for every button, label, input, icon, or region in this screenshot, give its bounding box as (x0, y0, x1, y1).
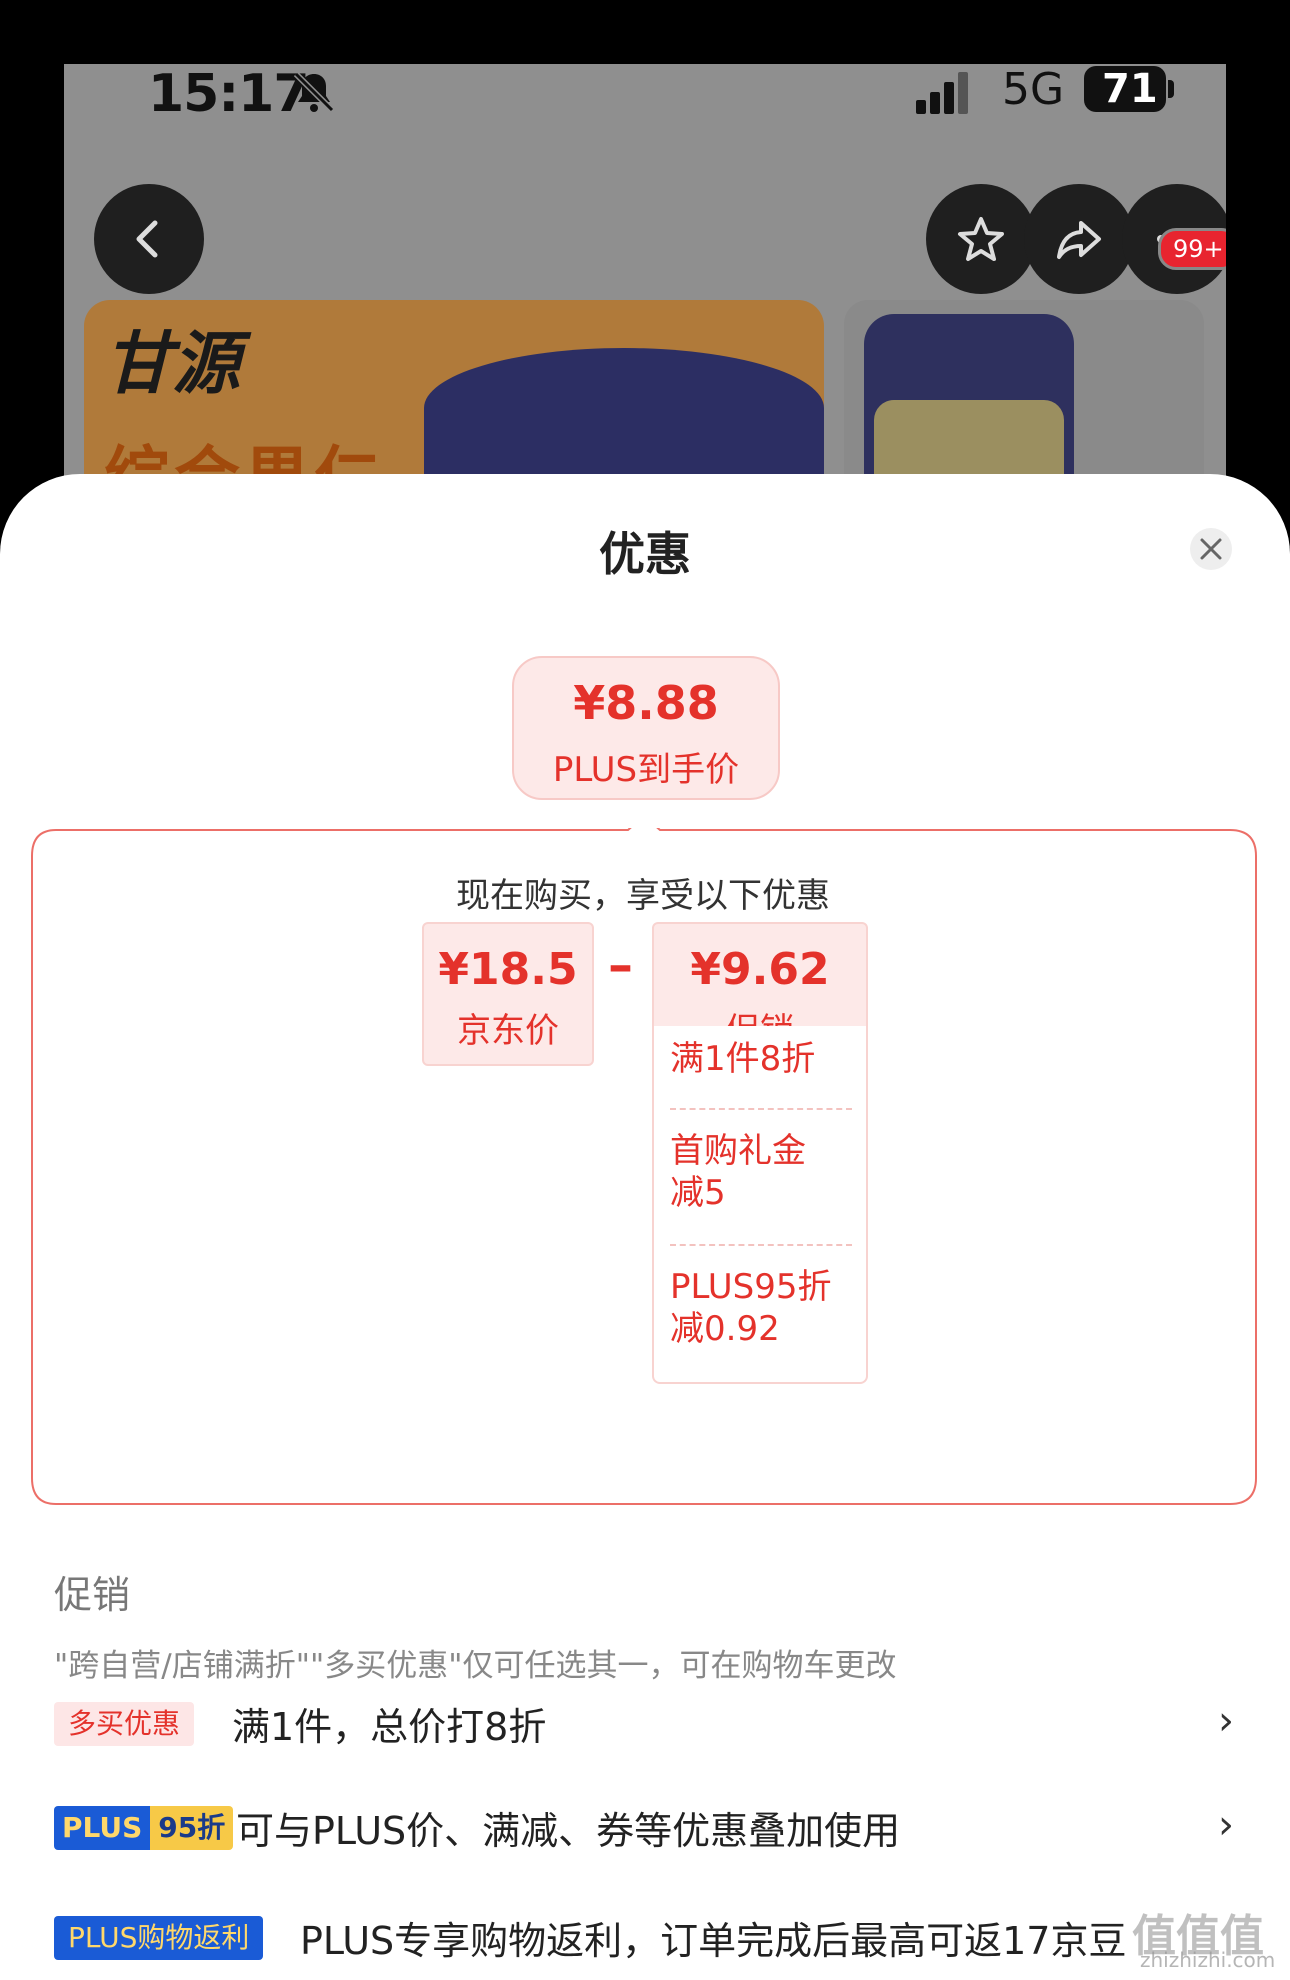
final-price-label: PLUS到手价 (552, 750, 740, 790)
promo-row-plus-rebate[interactable]: PLUS购物返利 PLUS专享购物返利，订单完成后最高可返17京豆 (54, 1910, 1244, 1970)
discount-sheet: 优惠 ¥8.88 PLUS到手价 现在购买，享受以下优惠 ¥18.5 京东价 –… (0, 474, 1290, 1980)
jd-price-card: ¥18.5 京东价 (422, 922, 594, 1066)
status-time: 15:17 (148, 64, 310, 124)
share-icon (1057, 221, 1101, 259)
star-icon (958, 217, 1004, 261)
sheet-title: 优惠 (599, 527, 691, 581)
share-button[interactable] (1024, 184, 1134, 294)
chevron-right-icon: › (1218, 1698, 1234, 1744)
close-button[interactable] (1190, 528, 1232, 570)
battery-icon: 71 (1084, 66, 1174, 112)
brand-logo: 甘源 (104, 325, 241, 404)
signal-icon (916, 72, 968, 114)
plus-rebate-tag: PLUS购物返利 (54, 1916, 264, 1960)
network-type: 5G (1002, 64, 1065, 115)
promotions-note: "跨自营/店铺满折""多买优惠"仅可任选其一，可在购物车更改 (54, 1648, 897, 1684)
close-icon (1200, 538, 1222, 560)
multi-buy-tag: 多买优惠 (54, 1702, 195, 1746)
promo-row-text: 可与PLUS价、满减、券等优惠叠加使用 (236, 1809, 901, 1853)
breakdown-heading: 现在购买，享受以下优惠 (456, 876, 830, 916)
promo-price-value: ¥9.62 (690, 944, 830, 995)
jd-price-label: 京东价 (457, 1011, 559, 1051)
promo-row-multi-buy[interactable]: 多买优惠 满1件，总价打8折 › (54, 1696, 1244, 1756)
promo-item: 首购礼金 减5 (670, 1131, 806, 1213)
message-badge: 99+ (1158, 228, 1226, 270)
price-breakdown: 现在购买，享受以下优惠 ¥18.5 京东价 – ¥9.62 促销 满1件8折 首… (30, 828, 1257, 1505)
bell-muted-icon (293, 71, 335, 113)
final-price-value: ¥8.88 (573, 676, 719, 730)
back-button[interactable] (94, 184, 204, 294)
battery-level: 71 (1102, 66, 1158, 112)
plus-discount-tag: PLUS 95折 (54, 1806, 234, 1850)
final-price-card: ¥8.88 PLUS到手价 (512, 656, 780, 800)
promo-row-plus-discount[interactable]: PLUS 95折 可与PLUS价、满减、券等优惠叠加使用 › (54, 1800, 1244, 1860)
favorite-button[interactable] (926, 184, 1036, 294)
breakdown-frame (31, 828, 1257, 1505)
promo-row-text: 满1件，总价打8折 (232, 1705, 547, 1749)
chevron-right-icon: › (1218, 1802, 1234, 1848)
promotions-title: 促销 (54, 1573, 131, 1617)
promo-row-text: PLUS专享购物返利，订单完成后最高可返17京豆 (300, 1919, 1127, 1963)
jd-price-value: ¥18.5 (438, 944, 578, 995)
watermark-url: zhizhizhi.com (1140, 1948, 1276, 1972)
minus-sign: – (608, 936, 633, 994)
promo-detail-list: 满1件8折 首购礼金 减5 PLUS95折 减0.92 (652, 1026, 868, 1384)
promo-item: 满1件8折 (670, 1039, 816, 1079)
chevron-left-icon (136, 220, 158, 258)
promo-item: PLUS95折 减0.92 (670, 1267, 832, 1349)
